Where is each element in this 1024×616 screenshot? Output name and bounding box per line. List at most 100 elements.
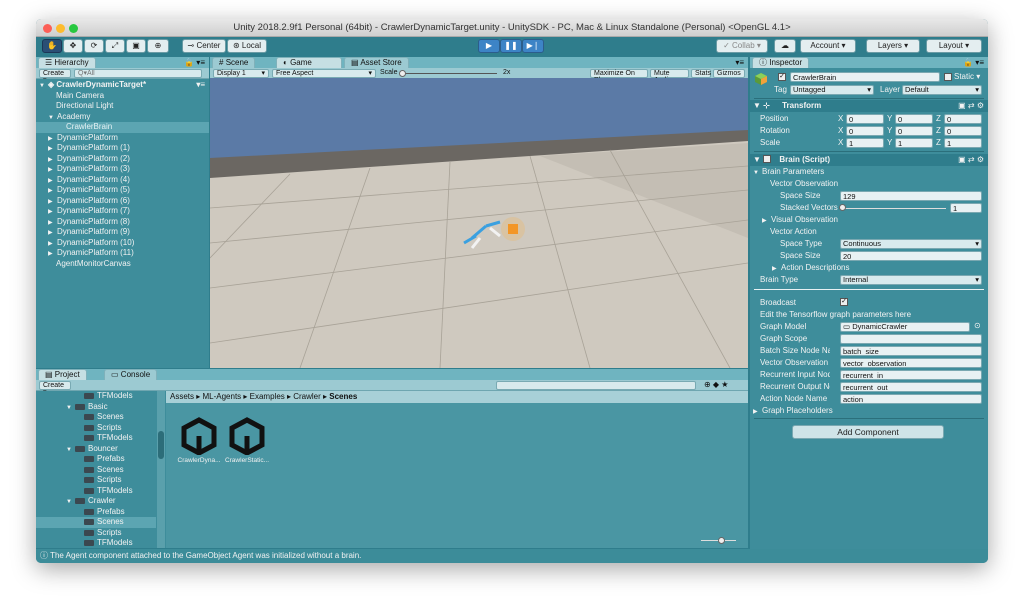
- brain-type-dropdown[interactable]: Internal ▾: [840, 275, 982, 285]
- project-search-input[interactable]: [496, 381, 696, 390]
- position-y-field[interactable]: [895, 114, 933, 124]
- hierarchy-item[interactable]: Main Camera: [36, 91, 209, 102]
- breadcrumb-item[interactable]: Assets: [170, 392, 194, 401]
- tab-project[interactable]: ▤ Project: [38, 369, 87, 380]
- folder-item[interactable]: TFModels: [36, 486, 156, 497]
- folder-item[interactable]: ▼ Basic: [36, 402, 156, 413]
- folder-item[interactable]: TFModels: [36, 391, 156, 402]
- hierarchy-create-button[interactable]: Create ▾: [39, 69, 71, 84]
- scene-menu-icon[interactable]: ▾≡: [196, 80, 205, 91]
- hierarchy-item[interactable]: ▶ DynamicPlatform (1): [36, 143, 209, 154]
- transform-tool-button[interactable]: ⊕: [147, 39, 169, 53]
- layers-dropdown[interactable]: Layers ▾: [866, 39, 920, 53]
- scale-x-field[interactable]: [846, 138, 884, 148]
- folder-item[interactable]: Prefabs: [36, 454, 156, 465]
- recurrent-output-field[interactable]: [840, 382, 982, 392]
- transform-header[interactable]: ▼ ⊹ Transform ▣ ⇄ ⚙: [750, 100, 988, 112]
- scale-slider-handle[interactable]: [399, 70, 406, 77]
- space-type-dropdown[interactable]: Continuous ▾: [840, 239, 982, 249]
- panel-menu-icon[interactable]: ▾≡: [735, 57, 744, 68]
- component-enabled-checkbox[interactable]: [763, 155, 772, 163]
- hierarchy-item[interactable]: ▶ DynamicPlatform: [36, 133, 209, 144]
- hierarchy-item[interactable]: ▶ DynamicPlatform (6): [36, 196, 209, 207]
- rect-tool-button[interactable]: ▣: [126, 39, 146, 53]
- component-settings-icons[interactable]: ▣ ⇄ ⚙: [958, 154, 984, 166]
- hierarchy-item[interactable]: AgentMonitorCanvas: [36, 259, 209, 270]
- folder-item[interactable]: TFModels: [36, 433, 156, 444]
- breadcrumb-item-current[interactable]: Scenes: [329, 392, 357, 401]
- folder-item[interactable]: Scripts: [36, 528, 156, 539]
- hierarchy-item[interactable]: ▶ DynamicPlatform (2): [36, 154, 209, 165]
- hand-tool-button[interactable]: ✋: [42, 39, 62, 53]
- hierarchy-item[interactable]: ▶ DynamicPlatform (7): [36, 206, 209, 217]
- component-settings-icons[interactable]: ▣ ⇄ ⚙: [958, 100, 984, 112]
- scale-y-field[interactable]: [895, 138, 933, 148]
- pivot-center-button[interactable]: ⊸ Center: [182, 39, 226, 53]
- visual-observation-foldout[interactable]: ▶ Visual Observation: [750, 214, 988, 225]
- breadcrumb-item[interactable]: Crawler: [293, 392, 321, 401]
- hierarchy-item[interactable]: ▶ DynamicPlatform (11): [36, 248, 209, 259]
- graph-placeholders-foldout[interactable]: ▶ Graph Placeholders: [750, 405, 988, 416]
- stacked-vectors-slider-handle[interactable]: [839, 204, 846, 211]
- pause-button[interactable]: ❚❚: [500, 39, 522, 53]
- hierarchy-item-academy[interactable]: ▼ Academy: [36, 112, 209, 123]
- layer-dropdown[interactable]: Default ▾: [902, 85, 982, 95]
- step-button[interactable]: ▶❘: [522, 39, 544, 53]
- tab-scene[interactable]: # Scene: [212, 57, 256, 68]
- folder-item[interactable]: Scripts: [36, 475, 156, 486]
- stats-toggle[interactable]: Stats: [691, 69, 711, 78]
- maximize-on-play-toggle[interactable]: Maximize On Play: [590, 69, 648, 84]
- breadcrumb-item[interactable]: Examples: [250, 392, 285, 401]
- game-viewport[interactable]: [210, 78, 748, 368]
- rotate-tool-button[interactable]: ⟳: [84, 39, 104, 53]
- hierarchy-item[interactable]: ▶ DynamicPlatform (10): [36, 238, 209, 249]
- panel-menu-icon[interactable]: 🔒 ▾≡: [963, 57, 984, 68]
- mute-audio-toggle[interactable]: Mute Audio: [650, 69, 689, 84]
- folder-item[interactable]: ▼ Bouncer: [36, 444, 156, 455]
- brain-parameters-foldout[interactable]: ▼ Brain Parameters: [750, 166, 988, 177]
- filter-icons[interactable]: ⊕ ◆ ★: [704, 380, 728, 389]
- scene-asset[interactable]: CrawlerDyna...: [174, 417, 224, 464]
- folder-item[interactable]: ▼ Crawler: [36, 496, 156, 507]
- hierarchy-item[interactable]: ▶ DynamicPlatform (8): [36, 217, 209, 228]
- action-node-field[interactable]: [840, 394, 982, 404]
- move-tool-button[interactable]: ✥: [63, 39, 83, 53]
- project-tree-scrollbar[interactable]: [157, 391, 165, 548]
- folder-item[interactable]: TFModels: [36, 538, 156, 548]
- active-checkbox[interactable]: ✓: [778, 73, 786, 81]
- gizmos-dropdown[interactable]: Gizmos: [713, 69, 745, 78]
- scale-z-field[interactable]: [944, 138, 982, 148]
- hierarchy-item[interactable]: ▶ DynamicPlatform (9): [36, 227, 209, 238]
- rotation-z-field[interactable]: [944, 126, 982, 136]
- icon-size-slider-handle[interactable]: [718, 537, 725, 544]
- tab-inspector[interactable]: ⓘ Inspector: [752, 57, 810, 68]
- collab-button[interactable]: ✓ Collab ▾: [716, 39, 768, 53]
- tab-hierarchy[interactable]: ☰ Hierarchy: [38, 57, 96, 68]
- hierarchy-item[interactable]: Directional Light: [36, 101, 209, 112]
- add-component-button[interactable]: Add Component: [792, 425, 944, 439]
- aspect-dropdown[interactable]: Free Aspect ▾: [272, 69, 376, 78]
- folder-item-selected[interactable]: Scenes: [36, 517, 156, 528]
- display-dropdown[interactable]: Display 1 ▾: [213, 69, 269, 78]
- action-descriptions-foldout[interactable]: ▶ Action Descriptions: [750, 262, 988, 273]
- rotation-y-field[interactable]: [895, 126, 933, 136]
- hierarchy-item[interactable]: ▶ DynamicPlatform (5): [36, 185, 209, 196]
- folder-item[interactable]: Scenes: [36, 465, 156, 476]
- breadcrumb-item[interactable]: ML-Agents: [202, 392, 241, 401]
- stacked-vectors-slider[interactable]: [842, 208, 946, 209]
- action-space-size-field[interactable]: [840, 251, 982, 261]
- hierarchy-item[interactable]: ▶ DynamicPlatform (4): [36, 175, 209, 186]
- scene-root[interactable]: ▼ ◈ CrawlerDynamicTarget* ▾≡: [36, 80, 209, 91]
- position-z-field[interactable]: [944, 114, 982, 124]
- cloud-button[interactable]: ☁: [774, 39, 796, 53]
- tab-asset-store[interactable]: ▤ Asset Store: [344, 57, 409, 68]
- tag-dropdown[interactable]: Untagged ▾: [790, 85, 874, 95]
- play-button[interactable]: ▶: [478, 39, 500, 53]
- status-bar[interactable]: ⓘ The Agent component attached to the Ga…: [36, 549, 988, 563]
- panel-menu-icon[interactable]: 🔒 ▾≡: [184, 57, 205, 68]
- rotation-x-field[interactable]: [846, 126, 884, 136]
- vector-observation-node-field[interactable]: [840, 358, 982, 368]
- hierarchy-item-selected[interactable]: CrawlerBrain: [36, 122, 209, 133]
- tab-game[interactable]: ◐ Game: [276, 57, 342, 68]
- brain-script-header[interactable]: ▼ Brain (Script) ▣ ⇄ ⚙: [750, 154, 988, 166]
